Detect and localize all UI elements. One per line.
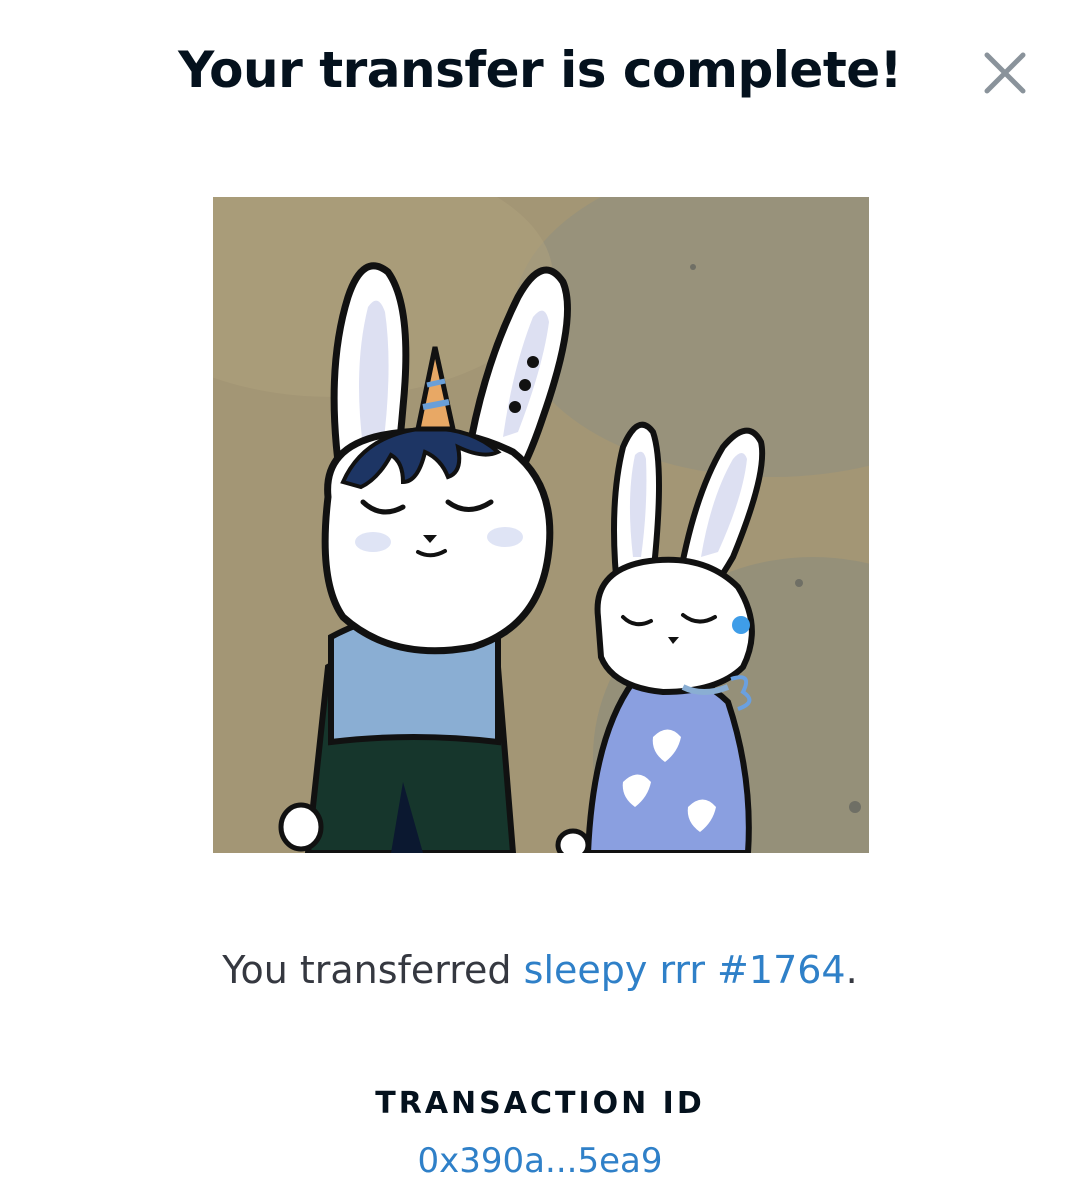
modal-title: Your transfer is complete! [178,41,902,99]
transaction-id-label: TRANSACTION ID [375,1086,705,1121]
transfer-message: You transferred sleepy rrr #1764. [0,940,1080,1000]
transfer-message-suffix: . [845,948,858,992]
transaction-id-link[interactable]: 0x390a...5ea9 [0,1136,1080,1186]
transfer-complete-modal: Your transfer is complete! You transferr… [0,0,1080,1195]
close-button[interactable] [978,50,1032,98]
close-icon [984,52,1026,94]
transfer-message-prefix: You transferred [222,948,524,992]
nft-name-link[interactable]: sleepy rrr #1764 [524,948,846,992]
nft-artwork-image [213,197,869,853]
